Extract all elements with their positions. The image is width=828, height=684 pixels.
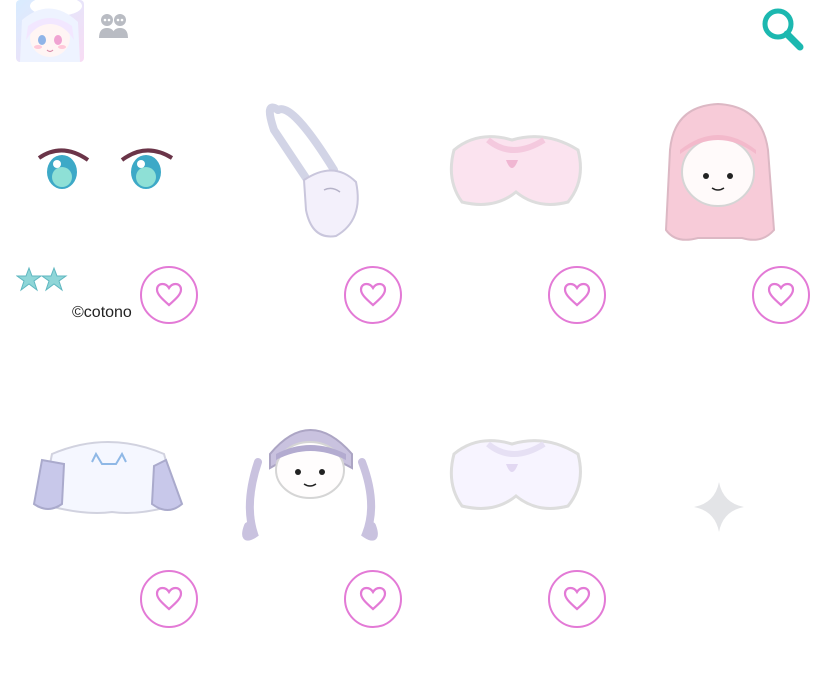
search-icon[interactable] <box>760 6 806 52</box>
credit-label: ©cotono <box>72 304 132 321</box>
favorite-button[interactable] <box>140 570 198 628</box>
heart-icon <box>563 586 591 611</box>
sparkle-icon <box>692 480 746 534</box>
list-item-pink-shorts[interactable] <box>418 80 622 380</box>
list-item-pink-long-hair[interactable] <box>622 80 826 380</box>
user-avatar[interactable] <box>16 0 84 62</box>
list-item-white-shorts[interactable] <box>418 384 622 684</box>
rarity-stars <box>15 266 70 294</box>
favorite-button[interactable] <box>752 266 810 324</box>
heart-icon <box>767 282 795 307</box>
heart-icon <box>155 586 183 611</box>
heart-icon <box>359 586 387 611</box>
list-item-lavender-twintail-hair[interactable] <box>214 384 418 684</box>
list-item-shoulder-bag[interactable] <box>214 80 418 380</box>
list-item-eyes[interactable]: ©cotono <box>12 80 216 380</box>
two-people-icon[interactable] <box>98 12 130 40</box>
favorite-button[interactable] <box>548 266 606 324</box>
favorite-button[interactable] <box>140 266 198 324</box>
list-item-cat-sweater[interactable] <box>12 384 216 684</box>
heart-icon <box>563 282 591 307</box>
heart-icon <box>359 282 387 307</box>
favorite-button[interactable] <box>344 570 402 628</box>
top-bar <box>0 0 828 70</box>
favorite-button[interactable] <box>344 266 402 324</box>
favorite-button[interactable] <box>548 570 606 628</box>
heart-icon <box>155 282 183 307</box>
